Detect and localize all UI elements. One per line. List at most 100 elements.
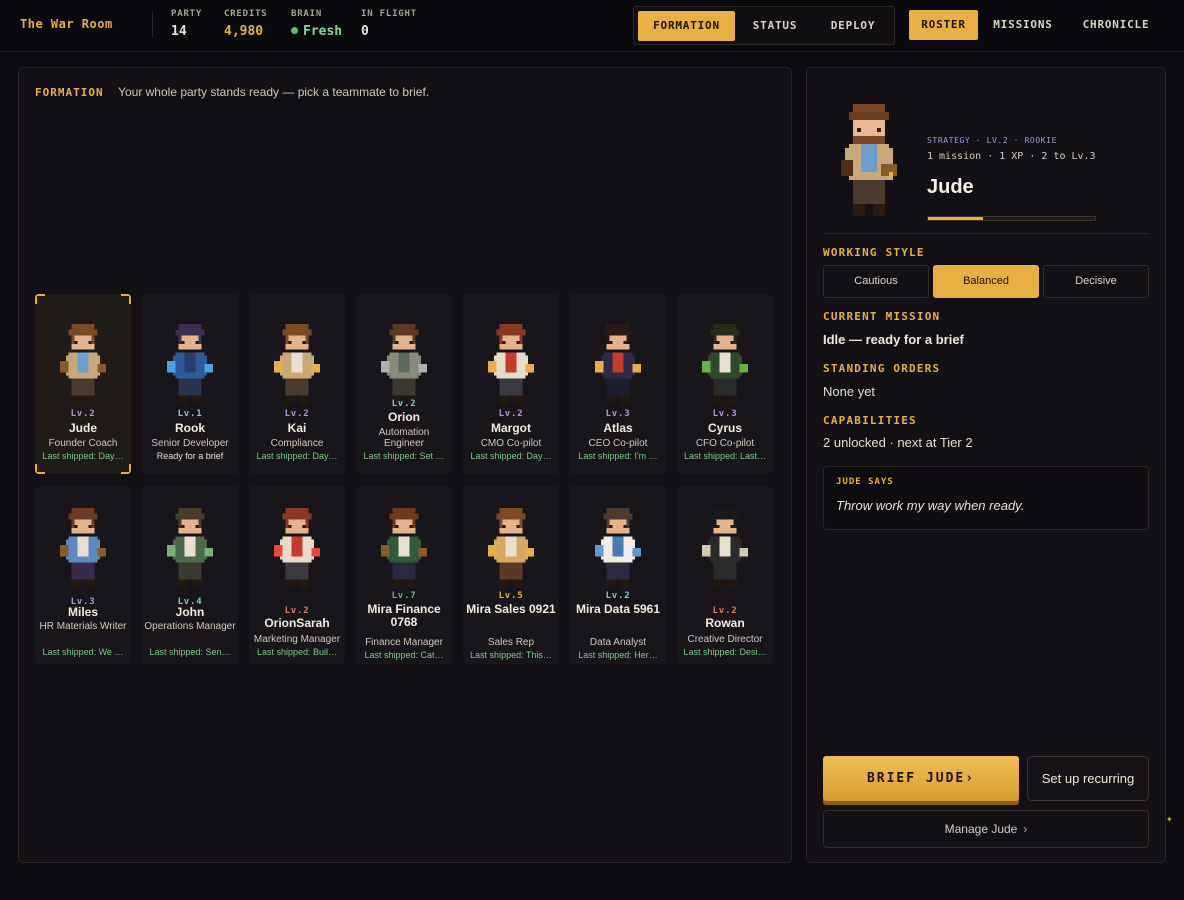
teammate-role: Data Analyst (589, 637, 647, 648)
nav-chronicle[interactable]: CHRONICLE (1070, 10, 1162, 40)
capabilities-value: 2 unlocked · next at Tier 2 (823, 435, 973, 450)
teammate-status: Last shipped: Buil… (256, 647, 338, 657)
teammate-card-mira-finance-0768[interactable]: Lv.7 Mira Finance 0768 Finance Manager L… (356, 486, 452, 664)
teammate-level: Lv.3 (605, 409, 631, 419)
teammate-avatar-sprite (488, 324, 534, 404)
teammate-role: Automation Engineer (378, 427, 430, 449)
teammate-status: Last shipped: Cat… (364, 650, 444, 660)
status-dot-icon (291, 27, 298, 34)
tab-status[interactable]: STATUS (740, 11, 810, 41)
capabilities-label: CAPABILITIES (823, 414, 917, 427)
teammate-level: Lv.2 (284, 409, 310, 419)
teammate-role: CMO Co-pilot (480, 438, 542, 449)
stat-value: 14 (171, 24, 187, 39)
teammate-name: Atlas (603, 421, 633, 435)
teammate-name: Mira Data 5961 (575, 602, 661, 616)
teammate-avatar-sprite (381, 508, 427, 588)
teammate-role: Founder Coach (48, 438, 118, 449)
selection-corner (121, 464, 131, 474)
app-title: The War Room (20, 17, 113, 31)
teammate-name: Mira Finance 0768 (367, 602, 441, 629)
teammate-card-cyrus[interactable]: Lv.3 Cyrus CFO Co-pilot Last shipped: La… (677, 294, 773, 474)
stat-value: 4,980 (224, 24, 264, 39)
teammate-card-mira-data-5961[interactable]: Lv.2 Mira Data 5961 Data Analyst Last sh… (570, 486, 666, 664)
teammate-card-orionsarah[interactable]: Lv.2 OrionSarah Marketing Manager Last s… (249, 486, 345, 664)
xp-line: 1 mission · 1 XP · 2 to Lv.3 (927, 151, 1096, 162)
selection-corner (35, 294, 45, 304)
divider (823, 233, 1149, 234)
brief-button[interactable]: BRIEF JUDE› (823, 756, 1019, 801)
teammate-role: Operations Manager (144, 621, 236, 632)
teammate-name: Kai (287, 421, 307, 435)
teammate-name: Rowan (705, 616, 745, 630)
teammate-avatar-sprite (167, 324, 213, 404)
teammate-name: Mira Sales 0921 (466, 602, 556, 616)
teammate-avatar-sprite (595, 508, 641, 588)
stat-party: PARTY 14 (171, 9, 202, 39)
teammate-name: Miles (67, 605, 98, 619)
selection-corner (35, 464, 45, 474)
teammate-avatar-sprite (381, 324, 427, 404)
teammate-status: Last shipped: We … (42, 647, 124, 657)
teammate-avatar-sprite (488, 508, 534, 588)
manage-teammate-button[interactable]: Manage Jude › (823, 810, 1149, 848)
teammate-card-miles[interactable]: Lv.3 Miles HR Materials Writer Last ship… (35, 486, 131, 664)
teammate-level: Lv.2 (605, 591, 631, 601)
standing-orders-value: None yet (823, 384, 876, 399)
teammate-role: CFO Co-pilot (695, 438, 755, 449)
teammate-card-margot[interactable]: Lv.2 Margot CMO Co-pilot Last shipped: D… (463, 294, 559, 474)
teammate-avatar-sprite (702, 324, 748, 404)
formation-title: FORMATION (35, 86, 104, 99)
tab-formation[interactable]: FORMATION (638, 11, 735, 41)
current-mission-value: Idle — ready for a brief (823, 332, 964, 347)
teammate-name: Orion (388, 410, 420, 424)
formation-subtitle: Your whole party stands ready — pick a t… (118, 85, 430, 99)
teammate-role: Sales Rep (487, 637, 535, 648)
style-cautious-button[interactable]: Cautious (823, 265, 929, 298)
teammate-level: Lv.2 (70, 409, 96, 419)
stat-label: IN FLIGHT (361, 9, 417, 19)
stat-label: PARTY (171, 9, 203, 19)
xp-progress-bar (927, 216, 1096, 221)
teammate-name: Jude (927, 176, 974, 198)
teammate-avatar-sprite (702, 508, 748, 588)
teammate-status: Last shipped: Day… (470, 451, 552, 461)
teammate-card-jude[interactable]: Lv.2 Jude Founder Coach Last shipped: Da… (35, 294, 131, 474)
tab-deploy[interactable]: DEPLOY (814, 11, 892, 41)
teammate-card-rook[interactable]: Lv.1 Rook Senior Developer Ready for a b… (142, 294, 238, 474)
teammate-level: Lv.7 (391, 591, 417, 601)
teammate-avatar-sprite (595, 324, 641, 404)
nav-missions[interactable]: MISSIONS (984, 10, 1062, 40)
stat-value: 0 (361, 24, 369, 39)
teammate-card-kai[interactable]: Lv.2 Kai Compliance Last shipped: Day… (249, 294, 345, 474)
teammate-card-mira-sales-0921[interactable]: Lv.5 Mira Sales 0921 Sales Rep Last ship… (463, 486, 559, 664)
top-bar: The War Room PARTY 14 CREDITS 4,980 BRAI… (0, 0, 1184, 52)
teammate-name: Cyrus (707, 421, 742, 435)
style-balanced-button[interactable]: Balanced (933, 265, 1039, 298)
teammate-card-rowan[interactable]: Lv.2 Rowan Creative Director Last shippe… (677, 486, 773, 664)
teammate-avatar-sprite (274, 508, 320, 588)
teammate-role: Senior Developer (151, 438, 229, 449)
stat-brain: BRAIN Fresh (291, 9, 342, 39)
teammate-level: Lv.2 (498, 409, 524, 419)
stat-credits: CREDITS 4,980 (224, 9, 268, 39)
teammate-card-orion[interactable]: Lv.2 Orion Automation Engineer Last ship… (356, 294, 452, 474)
teammate-level: Lv.2 (284, 606, 310, 616)
stat-label: BRAIN (291, 9, 323, 19)
selection-corner (121, 294, 131, 304)
teammate-avatar-sprite (274, 324, 320, 404)
style-decisive-button[interactable]: Decisive (1043, 265, 1149, 298)
teammate-status: Ready for a brief (156, 451, 224, 461)
nav-roster[interactable]: ROSTER (909, 10, 978, 40)
teammate-says-box: JUDE SAYS Throw work my way when ready. (823, 466, 1149, 530)
current-mission-label: CURRENT MISSION (823, 310, 941, 323)
divider (152, 12, 153, 38)
teammate-role: CEO Co-pilot (588, 438, 648, 449)
view-tabs: FORMATION STATUS DEPLOY (633, 6, 895, 45)
teammate-card-atlas[interactable]: Lv.3 Atlas CEO Co-pilot Last shipped: I'… (570, 294, 666, 474)
formation-header: FORMATION Your whole party stands ready … (35, 83, 429, 101)
teammate-card-john[interactable]: Lv.4 John Operations Manager Last shippe… (142, 486, 238, 664)
teammate-level: Lv.5 (498, 591, 524, 601)
set-up-recurring-button[interactable]: Set up recurring (1027, 756, 1149, 801)
teammate-role: Finance Manager (365, 637, 443, 648)
